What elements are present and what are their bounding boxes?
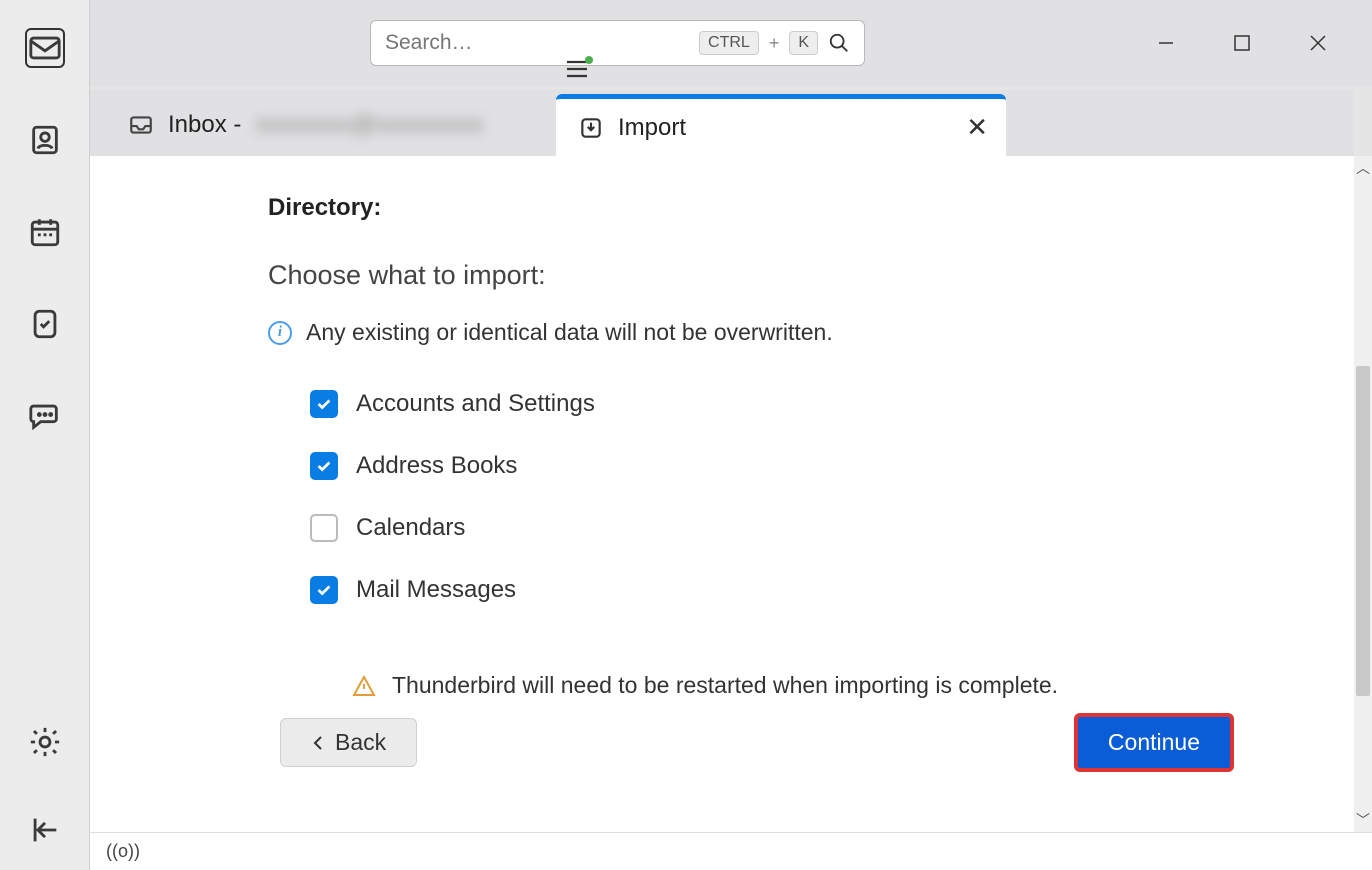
collapse-icon [28,813,62,847]
titlebar: CTRL + K [90,0,1372,86]
warning-row: Thunderbird will need to be restarted wh… [310,672,1166,699]
status-bar: ((o)) [90,832,1372,870]
minimize-button[interactable] [1152,29,1180,57]
kbd-plus: + [769,33,780,54]
import-panel: Directory: Choose what to import: i Any … [190,156,1244,682]
chat-space[interactable] [25,396,65,436]
calendar-space[interactable] [25,212,65,252]
tab-inbox-label: Inbox - [168,111,241,139]
option-mail-label: Mail Messages [356,576,516,604]
close-button[interactable] [1304,29,1332,57]
search-input[interactable] [385,31,689,55]
kbd-ctrl: CTRL [699,31,759,55]
scroll-thumb[interactable] [1356,366,1370,696]
continue-button[interactable]: Continue [1074,713,1234,772]
option-address-books-label: Address Books [356,452,517,480]
option-address-books[interactable]: Address Books [310,452,1166,480]
checkbox-mail[interactable] [310,576,338,604]
checkbox-accounts[interactable] [310,390,338,418]
content-area: Directory: Choose what to import: i Any … [90,156,1354,832]
sync-indicator[interactable]: ((o)) [106,841,140,862]
calendar-icon [28,215,62,249]
import-options: Accounts and Settings Address Books Cale… [268,390,1166,699]
address-book-space[interactable] [25,120,65,160]
window-controls [1152,0,1372,86]
directory-label: Directory: [268,194,1166,222]
info-icon: i [268,321,292,345]
tab-inbox-account: xxxxxxxx@xxxxxxxxx [255,111,483,139]
address-book-icon [28,123,62,157]
option-accounts[interactable]: Accounts and Settings [310,390,1166,418]
collapse-space[interactable] [25,810,65,850]
info-text: Any existing or identical data will not … [306,319,833,346]
scroll-up-button[interactable]: ︿ [1354,156,1372,180]
warning-icon [352,674,376,698]
import-icon [578,115,604,141]
maximize-button[interactable] [1228,29,1256,57]
vertical-scrollbar[interactable]: ︿ ﹀ [1354,156,1372,832]
tab-import[interactable]: Import ✕ [556,94,1006,156]
chat-icon [28,399,62,433]
button-row: Back Continue [280,713,1234,772]
option-mail[interactable]: Mail Messages [310,576,1166,604]
option-accounts-label: Accounts and Settings [356,390,595,418]
mail-space[interactable] [25,28,65,68]
settings-space[interactable] [25,722,65,762]
kbd-k: K [789,31,818,55]
warning-text: Thunderbird will need to be restarted wh… [392,672,1058,699]
checkbox-calendars[interactable] [310,514,338,542]
scroll-down-button[interactable]: ﹀ [1354,808,1372,832]
checkbox-address-books[interactable] [310,452,338,480]
tab-import-label: Import [618,114,686,142]
global-search[interactable]: CTRL + K [370,20,865,66]
tab-bar: Inbox - xxxxxxxx@xxxxxxxxx Import ✕ [90,90,1354,156]
info-row: i Any existing or identical data will no… [268,319,1166,346]
back-button-label: Back [335,729,386,756]
tasks-icon [28,307,62,341]
tab-close-button[interactable]: ✕ [966,112,988,143]
option-calendars-label: Calendars [356,514,465,542]
inbox-icon [128,112,154,138]
mail-icon [28,31,62,65]
option-calendars[interactable]: Calendars [310,514,1166,542]
back-button[interactable]: Back [280,718,417,767]
notification-dot-icon [585,56,593,64]
spaces-toolbar [0,0,90,870]
search-icon [828,32,850,54]
tab-inbox[interactable]: Inbox - xxxxxxxx@xxxxxxxxx [106,94,556,156]
tasks-space[interactable] [25,304,65,344]
app-menu-button[interactable] [565,58,591,85]
chevron-left-icon [311,734,325,752]
choose-heading: Choose what to import: [268,260,1166,291]
gear-icon [28,725,62,759]
